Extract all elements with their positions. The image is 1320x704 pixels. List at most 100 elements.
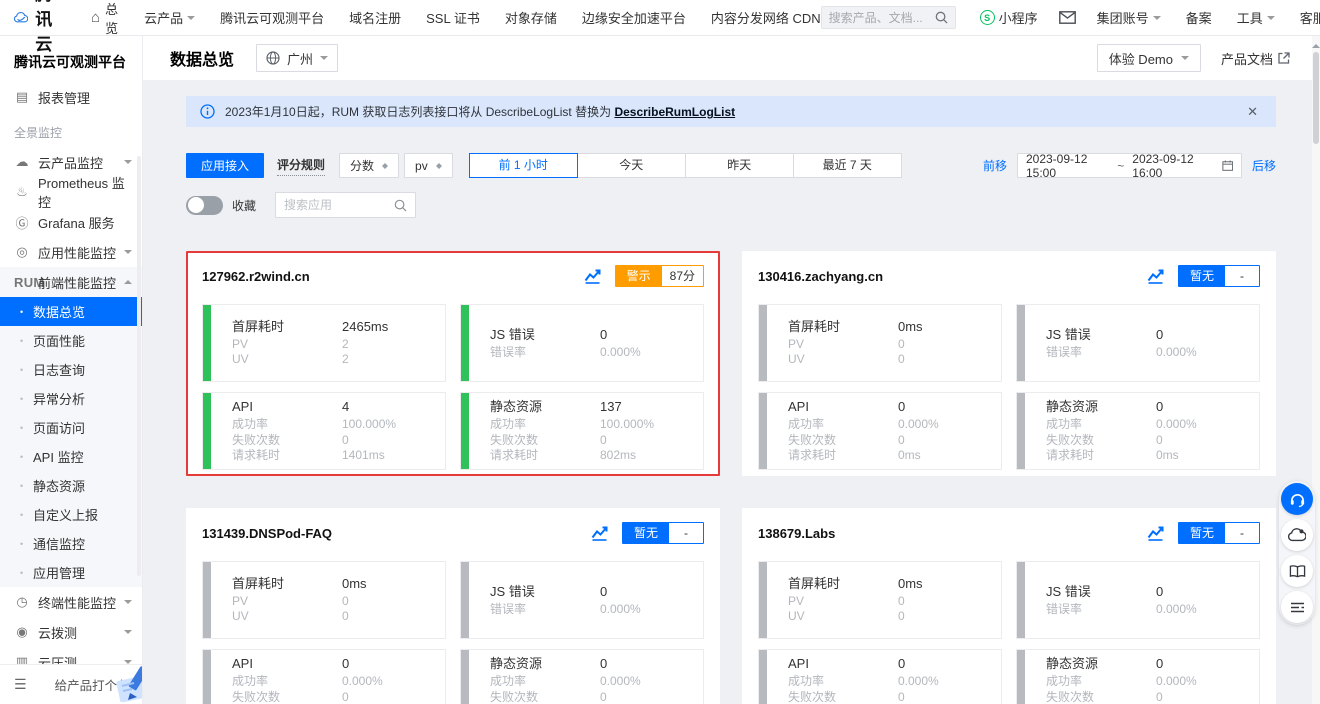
metric-tile[interactable]: API 0 成功率 0.000% xyxy=(758,649,1002,704)
metric-subrow: 错误率 0.000% xyxy=(1046,602,1259,618)
sidebar-item-report[interactable]: ▤ 报表管理 xyxy=(0,82,142,112)
date-range-picker[interactable]: 2023-09-12 15:00 ~ 2023-09-12 16:00 xyxy=(1017,153,1242,178)
line-chart-icon[interactable] xyxy=(1147,526,1164,541)
metric-tile[interactable]: 静态资源 0 成功率 0.000% xyxy=(1016,392,1260,470)
sidebar-subitem[interactable]: 页面访问 xyxy=(0,413,142,442)
favorite-toggle[interactable] xyxy=(186,196,223,215)
app-name[interactable]: 138679.Labs xyxy=(758,526,835,541)
sidebar-scrollbar[interactable] xyxy=(137,156,141,576)
score-badge[interactable]: 暂无 - xyxy=(1178,265,1260,287)
sidebar-subitem[interactable]: 页面性能 xyxy=(0,326,142,355)
score-badge[interactable]: 暂无 - xyxy=(622,522,704,544)
product-search-box[interactable] xyxy=(821,6,956,29)
metric-tile[interactable]: 首屏耗时 0ms PV 0 xyxy=(758,304,1002,382)
app-name[interactable]: 127962.r2wind.cn xyxy=(202,269,310,284)
metric-tile[interactable]: 静态资源 0 成功率 0.000% xyxy=(460,649,704,704)
metric-tile[interactable]: API 4 成功率 100.000% xyxy=(202,392,446,470)
time-range-tab[interactable]: 前 1 小时 xyxy=(469,153,578,178)
nav-link[interactable]: SSL 证书 xyxy=(426,8,480,27)
nav-overview[interactable]: ⌂ 总览 xyxy=(91,0,118,37)
metric-tile[interactable]: JS 错误 0 错误率 0.000% xyxy=(460,304,704,382)
app-name[interactable]: 131439.DNSPod-FAQ xyxy=(202,526,332,541)
line-chart-icon[interactable] xyxy=(1147,269,1164,284)
metric-tile[interactable]: API 0 成功率 0.000% xyxy=(202,649,446,704)
sidebar-item[interactable]: ◉ 云拨测 xyxy=(0,617,142,647)
line-chart-icon[interactable] xyxy=(584,269,601,284)
metric-value: 0 xyxy=(1156,398,1163,417)
scrollbar-thumb[interactable] xyxy=(1313,52,1319,144)
product-docs-link[interactable]: 产品文档 xyxy=(1221,49,1290,68)
metric-sub-label: 请求耗时 xyxy=(490,448,600,464)
tile-status-bar xyxy=(759,562,767,638)
nav-link[interactable]: 腾讯云可观测平台 xyxy=(220,8,324,27)
metric-sub-value: 0 xyxy=(600,433,607,449)
sidebar-subitem[interactable]: 异常分析 xyxy=(0,384,142,413)
mail-icon[interactable] xyxy=(1059,11,1076,24)
sidebar-item[interactable]: ♨ Prometheus 监控 xyxy=(0,177,142,207)
scroll-up-arrow-icon[interactable] xyxy=(1312,40,1320,48)
region-selector[interactable]: 广州 xyxy=(256,44,338,72)
score-badge[interactable]: 警示 87分 xyxy=(615,265,704,287)
sidebar-item[interactable]: ◷ 终端性能监控 xyxy=(0,587,142,617)
search-icon[interactable] xyxy=(935,11,948,24)
sidebar-subitem[interactable]: 静态资源 xyxy=(0,471,142,500)
sidebar-subitem[interactable]: 日志查询 xyxy=(0,355,142,384)
nav-mini-program[interactable]: S 小程序 xyxy=(980,8,1038,27)
nav-link[interactable]: 内容分发网络 CDN xyxy=(711,8,821,27)
sidebar-item[interactable]: ◎ 应用性能监控 xyxy=(0,237,142,267)
time-range-tab[interactable]: 最近 7 天 xyxy=(793,153,902,178)
nav-link[interactable]: 云产品 xyxy=(144,8,195,27)
nav-link[interactable]: 对象存储 xyxy=(505,8,557,27)
metric-tile[interactable]: 首屏耗时 2465ms PV 2 xyxy=(202,304,446,382)
app-access-button[interactable]: 应用接入 xyxy=(186,153,264,178)
score-rules-link[interactable]: 评分规则 xyxy=(277,156,325,176)
metric-tile[interactable]: 首屏耗时 0ms PV 0 xyxy=(758,561,1002,639)
sidebar-item-rum[interactable]: RUM 前端性能监控 xyxy=(0,267,142,297)
close-icon[interactable]: ✕ xyxy=(1243,104,1262,120)
metric-tile[interactable]: JS 错误 0 错误率 0.000% xyxy=(1016,561,1260,639)
pv-sort-select[interactable]: pv xyxy=(404,153,453,178)
product-search-input[interactable] xyxy=(829,11,929,25)
sidebar-item[interactable]: Ⓖ Grafana 服务 xyxy=(0,207,142,237)
documentation-button[interactable] xyxy=(1281,555,1313,587)
metric-sub-label: 错误率 xyxy=(1046,602,1156,618)
sidebar-subitem[interactable]: 数据总览 xyxy=(0,297,142,326)
nav-link[interactable]: 客服支持 xyxy=(1300,8,1320,27)
survey-button[interactable] xyxy=(1281,591,1313,623)
sidebar-subitem[interactable]: 自定义上报 xyxy=(0,500,142,529)
app-search-box[interactable] xyxy=(275,192,416,218)
search-icon[interactable] xyxy=(394,199,407,212)
sidebar-subitem[interactable]: API 监控 xyxy=(0,442,142,471)
sidebar-subitem[interactable]: 通信监控 xyxy=(0,529,142,558)
calendar-icon[interactable] xyxy=(1222,159,1233,172)
metric-tile[interactable]: JS 错误 0 错误率 0.000% xyxy=(1016,304,1260,382)
score-sort-select[interactable]: 分数 xyxy=(339,153,399,178)
nav-link[interactable]: 备案 xyxy=(1186,8,1212,27)
metric-tile[interactable]: 静态资源 137 成功率 100.000% xyxy=(460,392,704,470)
metric-subrow: 失败次数 0 xyxy=(788,433,1001,449)
app-search-input[interactable] xyxy=(284,198,379,212)
score-badge[interactable]: 暂无 - xyxy=(1178,522,1260,544)
metric-value: 0ms xyxy=(342,575,367,594)
shift-forward-link[interactable]: 后移 xyxy=(1252,157,1276,174)
metric-tile[interactable]: 首屏耗时 0ms PV 0 xyxy=(202,561,446,639)
metric-tile[interactable]: JS 错误 0 错误率 0.000% xyxy=(460,561,704,639)
nav-link[interactable]: 工具 xyxy=(1237,8,1275,27)
metric-tile[interactable]: 静态资源 0 成功率 0.000% xyxy=(1016,649,1260,704)
time-range-tab[interactable]: 昨天 xyxy=(685,153,794,178)
line-chart-icon[interactable] xyxy=(591,526,608,541)
feedback-button[interactable] xyxy=(1281,519,1313,551)
collapse-sidebar-icon[interactable]: ☰ xyxy=(14,676,27,693)
metric-tile[interactable]: API 0 成功率 0.000% xyxy=(758,392,1002,470)
nav-link[interactable]: 域名注册 xyxy=(349,8,401,27)
sidebar-subitem[interactable]: 应用管理 xyxy=(0,558,142,587)
time-range-tab[interactable]: 今天 xyxy=(577,153,686,178)
shift-back-link[interactable]: 前移 xyxy=(983,157,1007,174)
nav-link[interactable]: 集团账号 xyxy=(1097,8,1161,27)
customer-service-button[interactable] xyxy=(1281,483,1313,515)
demo-selector[interactable]: 体验 Demo xyxy=(1097,44,1201,72)
tencent-cloud-logo[interactable]: 腾讯云 xyxy=(14,0,65,55)
nav-link[interactable]: 边缘安全加速平台 xyxy=(582,8,686,27)
app-name[interactable]: 130416.zachyang.cn xyxy=(758,269,883,284)
notice-link[interactable]: DescribeRumLogList xyxy=(614,105,735,119)
